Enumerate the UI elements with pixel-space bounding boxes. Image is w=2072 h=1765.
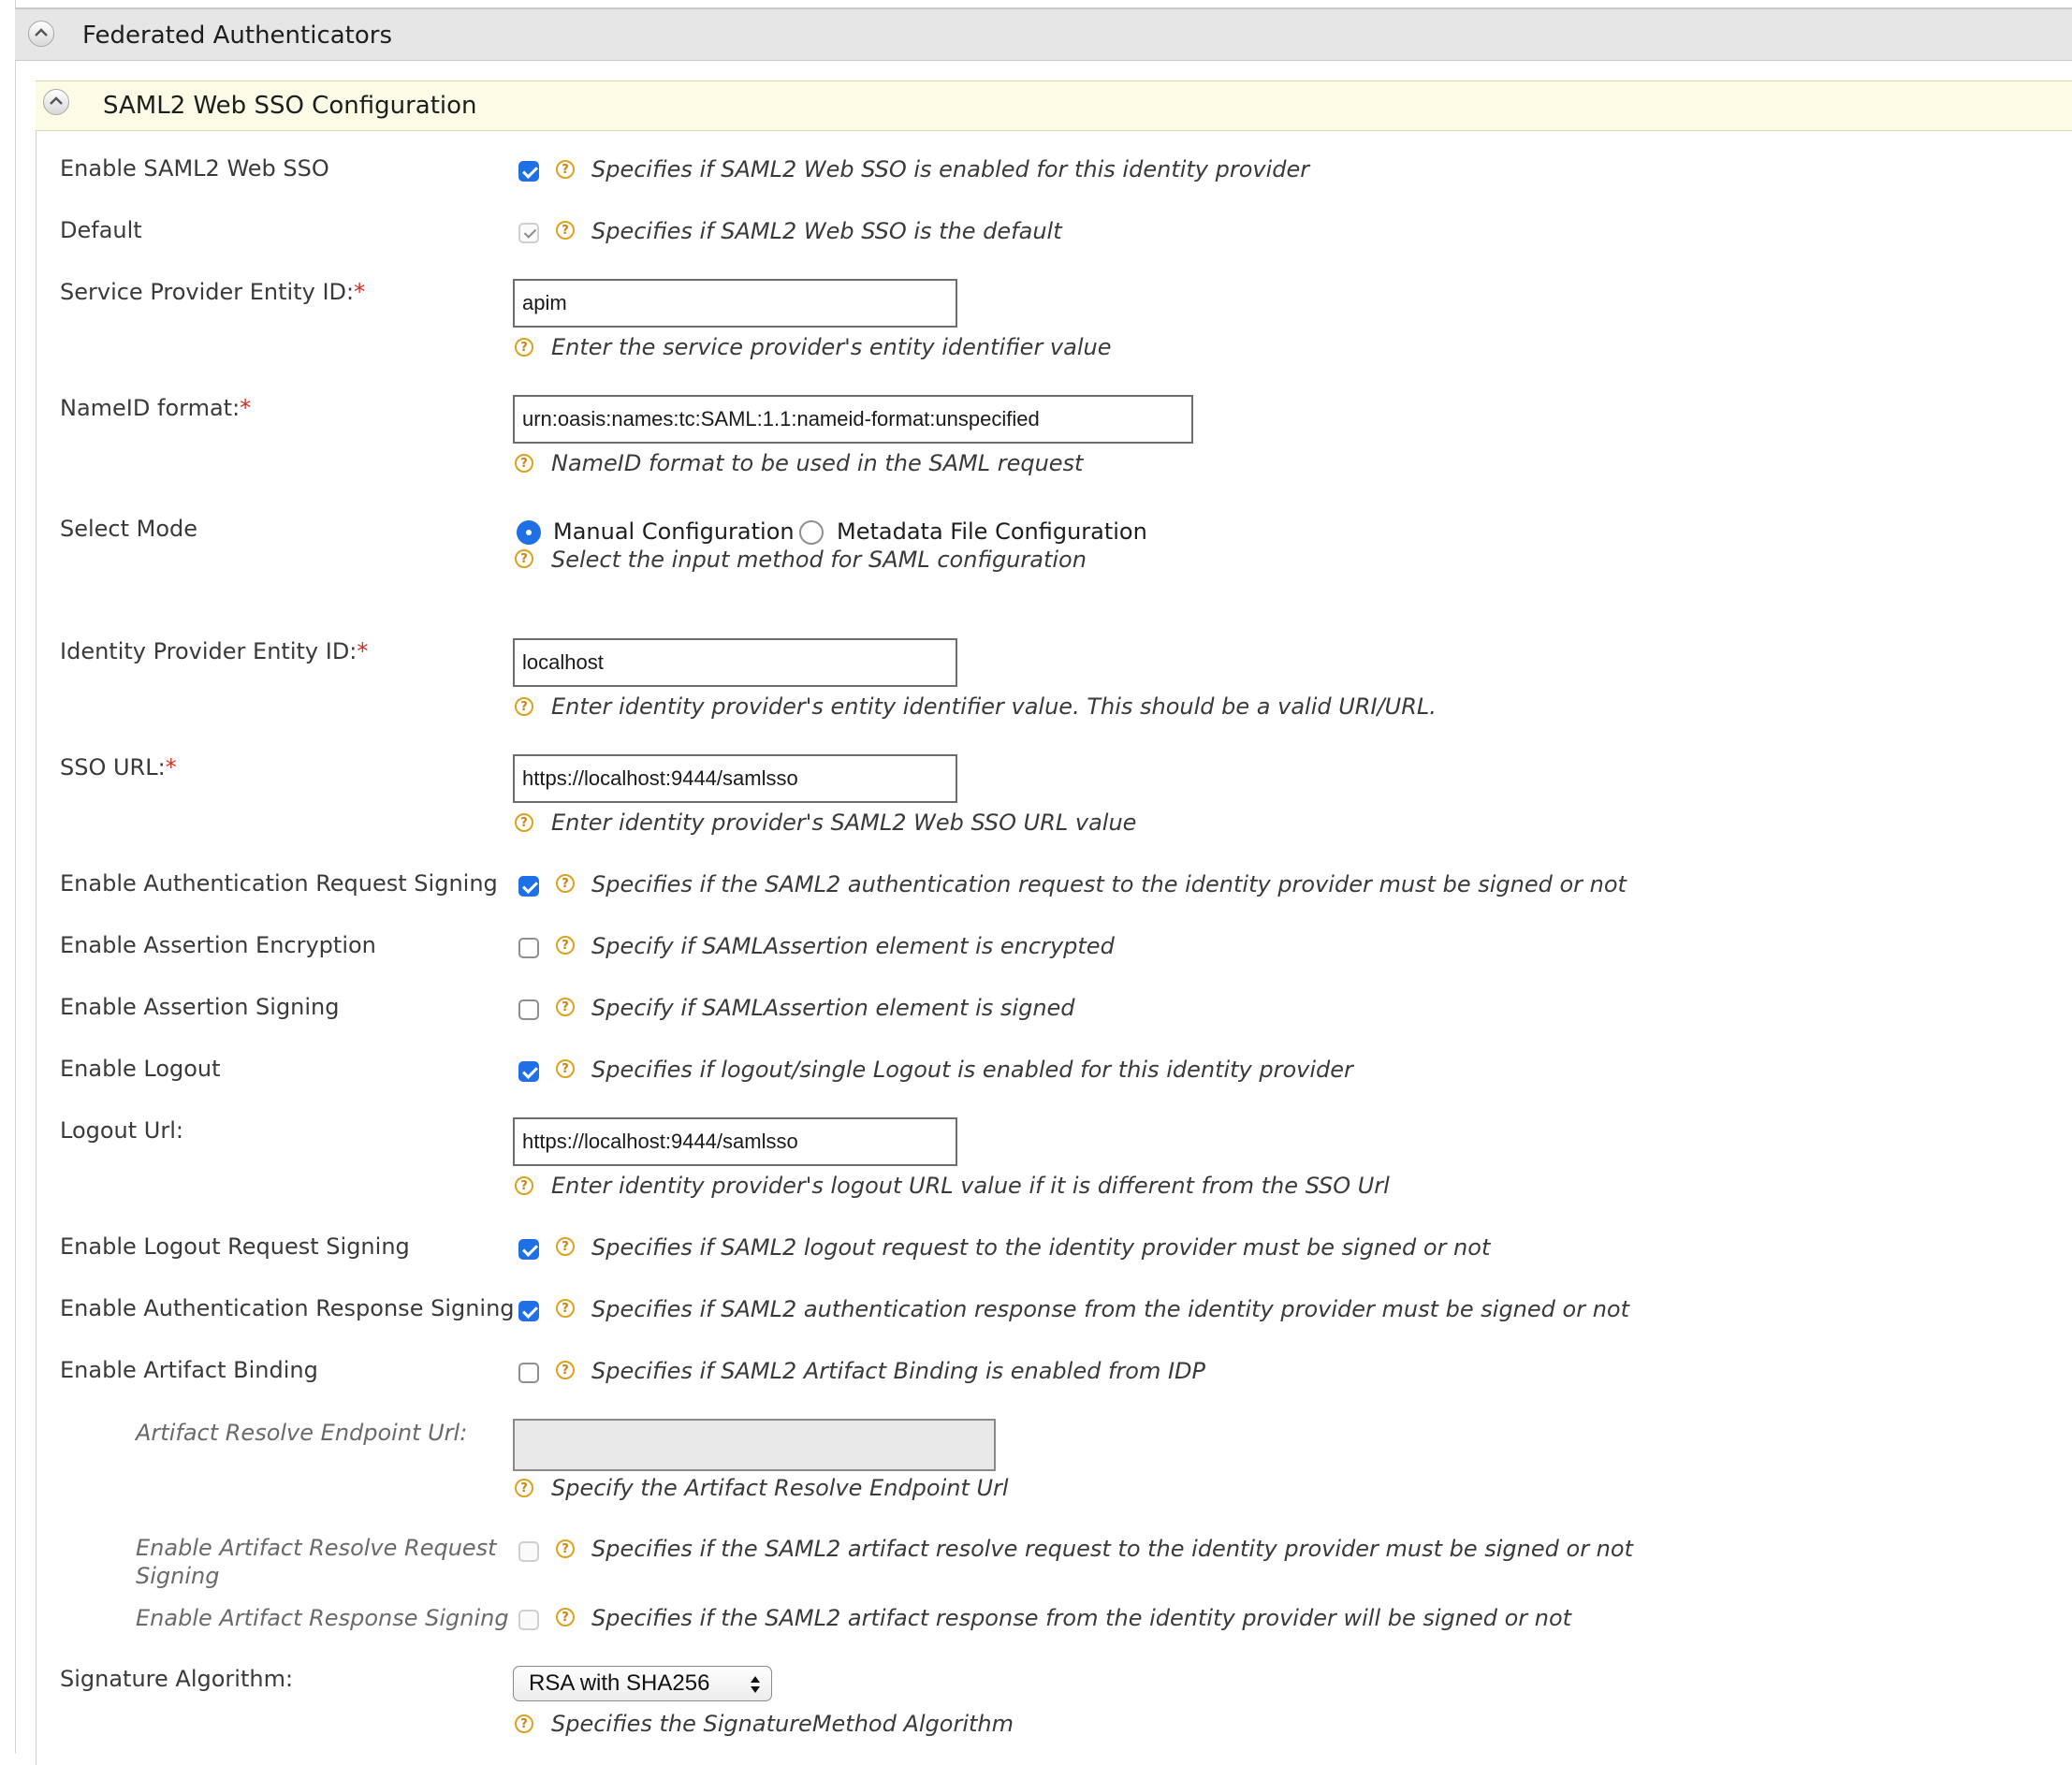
help-icon: ? <box>556 1299 575 1318</box>
artifact-binding-checkbox[interactable] <box>518 1363 539 1383</box>
help-icon: ? <box>515 813 533 832</box>
help-icon: ? <box>556 998 575 1016</box>
authn-request-signing-label: Enable Authentication Request Signing <box>60 870 498 897</box>
enable-saml2-checkbox[interactable] <box>518 161 539 182</box>
artifact-resolve-request-signing-checkbox[interactable] <box>518 1541 539 1562</box>
saml2-config-header[interactable]: SAML2 Web SSO Configuration <box>36 80 2072 131</box>
authn-response-signing-help: Specifies if SAML2 authentication respon… <box>591 1296 1630 1322</box>
assertion-signing-label: Enable Assertion Signing <box>60 994 340 1020</box>
help-icon: ? <box>515 1176 533 1195</box>
artifact-response-signing-help: Specifies if the SAML2 artifact response… <box>591 1605 1572 1631</box>
metadata-file-config-radio[interactable] <box>799 520 824 545</box>
sso-url-help: Enter identity provider's SAML2 Web SSO … <box>551 810 1137 836</box>
help-icon: ? <box>556 936 575 955</box>
logout-checkbox[interactable] <box>518 1061 539 1082</box>
federated-authenticators-header[interactable]: Federated Authenticators <box>15 7 2072 61</box>
artifact-resolve-request-signing-label: Enable Artifact Resolve Request Signing <box>136 1535 497 1589</box>
artifact-binding-help: Specifies if SAML2 Artifact Binding is e… <box>591 1358 1206 1384</box>
logout-request-signing-checkbox[interactable] <box>518 1239 539 1260</box>
artifact-resolve-request-signing-help: Specifies if the SAML2 artifact resolve … <box>591 1536 1633 1562</box>
authn-response-signing-label: Enable Authentication Response Signing <box>60 1295 515 1321</box>
idp-entity-id-help: Enter identity provider's entity identif… <box>551 693 1437 720</box>
signature-algorithm-value: RSA with SHA256 <box>529 1670 710 1696</box>
logout-request-signing-label: Enable Logout Request Signing <box>60 1233 410 1260</box>
assertion-encryption-help: Specify if SAMLAssertion element is encr… <box>591 933 1115 959</box>
sp-entity-id-input[interactable]: apim <box>513 279 957 328</box>
artifact-resolve-url-help: Specify the Artifact Resolve Endpoint Ur… <box>551 1475 1009 1501</box>
artifact-response-signing-label: Enable Artifact Response Signing <box>136 1605 509 1631</box>
authn-request-signing-checkbox[interactable] <box>518 876 539 897</box>
signature-algorithm-label: Signature Algorithm: <box>60 1666 294 1692</box>
manual-config-label[interactable]: Manual Configuration <box>553 518 795 545</box>
default-label: Default <box>60 217 142 243</box>
authn-response-signing-checkbox[interactable] <box>518 1301 539 1321</box>
sso-url-label: SSO URL:* <box>60 754 177 780</box>
subsection-frame <box>36 80 2072 1765</box>
help-icon: ? <box>556 1361 575 1379</box>
artifact-binding-label: Enable Artifact Binding <box>60 1357 318 1383</box>
assertion-signing-checkbox[interactable] <box>518 999 539 1020</box>
default-help: Specifies if SAML2 Web SSO is the defaul… <box>591 218 1062 244</box>
help-icon: ? <box>556 1539 575 1558</box>
sp-entity-id-help: Enter the service provider's entity iden… <box>551 334 1112 360</box>
artifact-resolve-url-label: Artifact Resolve Endpoint Url: <box>136 1420 468 1446</box>
nameid-format-input[interactable]: urn:oasis:names:tc:SAML:1.1:nameid-forma… <box>513 395 1193 444</box>
default-checkbox[interactable] <box>518 223 539 243</box>
metadata-file-config-label[interactable]: Metadata File Configuration <box>837 518 1147 545</box>
help-icon: ? <box>515 1479 533 1497</box>
nameid-format-label: NameID format:* <box>60 395 252 421</box>
logout-request-signing-help: Specifies if SAML2 logout request to the… <box>591 1234 1491 1261</box>
help-icon: ? <box>556 1059 575 1078</box>
help-icon: ? <box>515 697 533 716</box>
help-icon: ? <box>515 338 533 357</box>
help-icon: ? <box>556 874 575 893</box>
help-icon: ? <box>515 454 533 473</box>
artifact-response-signing-checkbox[interactable] <box>518 1610 539 1630</box>
signature-algorithm-help: Specifies the SignatureMethod Algorithm <box>551 1711 1014 1737</box>
sso-url-input[interactable]: https://localhost:9444/samlsso <box>513 754 957 803</box>
enable-saml2-help: Specifies if SAML2 Web SSO is enabled fo… <box>591 156 1310 182</box>
assertion-encryption-checkbox[interactable] <box>518 938 539 958</box>
signature-algorithm-select[interactable]: RSA with SHA256 <box>513 1666 772 1701</box>
sp-entity-id-label: Service Provider Entity ID:* <box>60 279 366 305</box>
subsection-title: SAML2 Web SSO Configuration <box>103 92 477 120</box>
idp-entity-id-input[interactable]: localhost <box>513 638 957 687</box>
select-arrows-icon <box>749 1672 762 1706</box>
logout-label: Enable Logout <box>60 1056 221 1082</box>
help-icon: ? <box>556 1608 575 1626</box>
artifact-resolve-url-input[interactable] <box>513 1419 996 1471</box>
nameid-format-help: NameID format to be used in the SAML req… <box>551 450 1084 476</box>
help-icon: ? <box>556 221 575 240</box>
help-icon: ? <box>515 549 533 568</box>
assertion-signing-help: Specify if SAMLAssertion element is sign… <box>591 995 1075 1021</box>
select-mode-label: Select Mode <box>60 516 198 542</box>
logout-url-label: Logout Url: <box>60 1117 183 1144</box>
assertion-encryption-label: Enable Assertion Encryption <box>60 932 376 958</box>
select-mode-help: Select the input method for SAML configu… <box>551 547 1087 573</box>
section-title: Federated Authenticators <box>82 22 393 50</box>
logout-url-input[interactable]: https://localhost:9444/samlsso <box>513 1117 957 1166</box>
collapse-toggle-icon[interactable] <box>43 89 69 115</box>
enable-saml2-label: Enable SAML2 Web SSO <box>60 155 329 182</box>
idp-entity-id-label: Identity Provider Entity ID:* <box>60 638 369 664</box>
logout-help: Specifies if logout/single Logout is ena… <box>591 1057 1353 1083</box>
authn-request-signing-help: Specifies if the SAML2 authentication re… <box>591 871 1627 897</box>
help-icon: ? <box>556 1237 575 1256</box>
collapse-toggle-icon[interactable] <box>28 21 54 47</box>
help-icon: ? <box>515 1714 533 1733</box>
help-icon: ? <box>556 160 575 179</box>
logout-url-help: Enter identity provider's logout URL val… <box>551 1173 1390 1199</box>
manual-config-radio[interactable] <box>517 520 541 545</box>
